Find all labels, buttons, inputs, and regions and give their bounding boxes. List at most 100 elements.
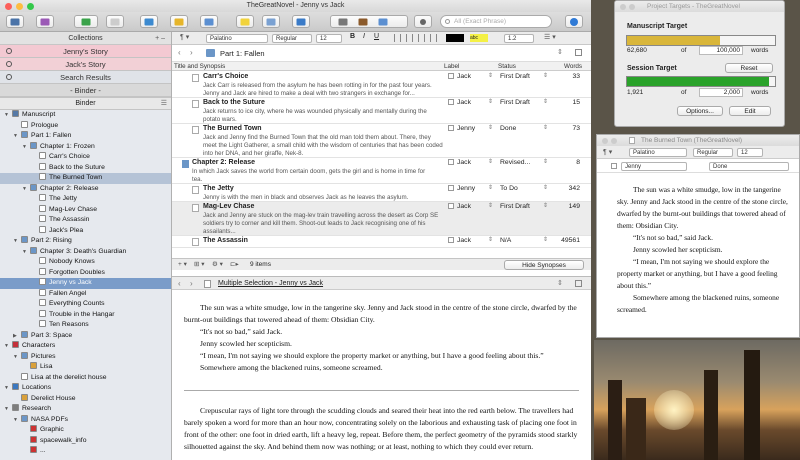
label-stepper-icon[interactable]: ⇕: [488, 236, 493, 243]
row-status[interactable]: To Do: [500, 185, 518, 192]
minimize-window-button[interactable]: [629, 4, 635, 10]
add-folder-icon[interactable]: ⊞ ▾: [194, 259, 205, 271]
binder-item[interactable]: The Burned Town: [0, 173, 171, 184]
inspector-edit-button[interactable]: [200, 15, 218, 28]
add-collection-icon[interactable]: + –: [155, 32, 165, 45]
binder-item[interactable]: The Assassin: [0, 215, 171, 226]
binder-menu-icon[interactable]: ☰: [161, 98, 167, 110]
row-status[interactable]: First Draft: [500, 99, 530, 106]
outliner-row[interactable]: Back to the Suture Jack returns to ice ci…: [172, 98, 591, 124]
back-arrow-icon[interactable]: ‹: [178, 277, 181, 291]
font-select[interactable]: Palatino: [206, 34, 268, 43]
disclosure-triangle-icon[interactable]: ▼: [22, 247, 30, 258]
session-total-field[interactable]: 2,000: [699, 88, 743, 97]
session-unit-select[interactable]: words: [751, 89, 768, 96]
disclosure-triangle-icon[interactable]: ▼: [4, 383, 12, 394]
compile-button[interactable]: [292, 15, 310, 28]
status-stepper-icon[interactable]: ⇕: [543, 236, 548, 243]
row-label[interactable]: Jack: [448, 73, 471, 80]
binder-item[interactable]: Derelict House: [0, 393, 171, 405]
binder-item[interactable]: ▼ Part 2: Rising: [0, 236, 171, 247]
status-select[interactable]: Done: [709, 162, 789, 171]
outliner-row[interactable]: Carr's Choice Jack Carr is released from …: [172, 72, 591, 98]
status-stepper-icon[interactable]: ⇕: [543, 158, 548, 165]
underline-button[interactable]: U: [374, 33, 379, 40]
collection-search-results[interactable]: Search Results: [0, 71, 171, 84]
binder-item[interactable]: ▼ Pictures: [0, 351, 171, 363]
label-stepper-icon[interactable]: ⇕: [488, 158, 493, 165]
outliner-row[interactable]: Mag-Lev Chase Jack and Jenny are stuck on…: [172, 202, 591, 236]
disclosure-triangle-icon[interactable]: ▼: [22, 184, 30, 195]
binder-item[interactable]: Mag-Lev Chase: [0, 204, 171, 216]
quick-ref-text[interactable]: The sun was a white smudge, low in the t…: [597, 184, 799, 316]
disclosure-triangle-icon[interactable]: ▼: [13, 236, 21, 247]
manuscript-unit-select[interactable]: words: [751, 47, 768, 54]
binder-item[interactable]: Forgotten Doubles: [0, 267, 171, 279]
binder-item[interactable]: ▼ Research: [0, 404, 171, 415]
text-color-well[interactable]: [446, 34, 464, 42]
collection-jennys-story[interactable]: Jenny's Story: [0, 45, 171, 58]
back-arrow-icon[interactable]: ‹: [178, 48, 181, 57]
binder-item[interactable]: ▼ Manuscript: [0, 110, 171, 121]
binder-item[interactable]: Jenny vs Jack: [0, 278, 171, 289]
column-status[interactable]: Status: [498, 62, 516, 71]
forward-arrow-icon[interactable]: ›: [190, 277, 193, 291]
label-select[interactable]: Jenny: [621, 162, 687, 171]
binder-item[interactable]: ▼ Chapter 3: Death's Guardian: [0, 246, 171, 258]
split-arrows-icon[interactable]: ⇕: [557, 277, 563, 291]
style-select[interactable]: Regular: [272, 34, 312, 43]
list-menu-icon[interactable]: ☰ ▾: [544, 33, 556, 41]
disclosure-triangle-icon[interactable]: ▼: [4, 404, 12, 415]
editor-title[interactable]: Multiple Selection - Jenny vs Jack: [218, 277, 323, 291]
row-label[interactable]: Jack: [448, 99, 471, 106]
status-stepper-icon[interactable]: ⇕: [543, 98, 548, 105]
outliner-row[interactable]: Chapter 2: Release In which Jack saves th…: [172, 158, 591, 184]
disclosure-triangle-icon[interactable]: ▼: [4, 110, 12, 121]
row-status[interactable]: First Draft: [500, 203, 530, 210]
status-stepper-icon[interactable]: ⇕: [543, 184, 548, 191]
binder-item[interactable]: ...: [0, 446, 171, 457]
close-window-button[interactable]: [5, 3, 12, 10]
outliner-row[interactable]: The Burned Town Jack and Jenny find the B…: [172, 124, 591, 158]
add-button[interactable]: [74, 15, 98, 28]
snapshot-button[interactable]: [262, 15, 280, 28]
column-words[interactable]: Words: [564, 62, 582, 71]
editor-text[interactable]: The sun was a white smudge, low in the t…: [172, 290, 591, 460]
binder-item[interactable]: ▼ Locations: [0, 383, 171, 394]
trash-button[interactable]: [106, 15, 124, 28]
disclosure-triangle-icon[interactable]: ▼: [13, 131, 21, 142]
zoom-window-button[interactable]: [27, 3, 34, 10]
binder-item[interactable]: ▼ Chapter 2: Release: [0, 183, 171, 195]
italic-button[interactable]: I: [363, 33, 365, 40]
column-label[interactable]: Label: [444, 62, 459, 71]
close-window-button[interactable]: [620, 4, 626, 10]
style-select[interactable]: Regular: [693, 148, 733, 157]
row-label[interactable]: Jack: [448, 159, 471, 166]
outliner-row[interactable]: The Jetty Jenny is with the men in black …: [172, 184, 591, 202]
binder-item[interactable]: Prologue: [0, 120, 171, 132]
label-stepper-icon[interactable]: ⇕: [488, 98, 493, 105]
split-editor-icon[interactable]: [575, 280, 582, 287]
binder-item[interactable]: ▼ Chapter 1: Frozen: [0, 141, 171, 153]
split-arrows-icon[interactable]: ⇕: [557, 48, 563, 56]
row-label[interactable]: Jenny: [448, 125, 475, 132]
binder-item[interactable]: Everything Counts: [0, 299, 171, 310]
outliner-row[interactable]: The Assassin Jack ⇕ N/A ⇕ 49561: [172, 236, 591, 248]
binder-item[interactable]: The Jetty: [0, 194, 171, 205]
quick-search-button[interactable]: [414, 15, 432, 28]
hide-synopses-button[interactable]: Hide Synopses: [504, 260, 584, 270]
minimize-window-button[interactable]: [16, 3, 23, 10]
edit-button[interactable]: Edit: [729, 106, 771, 116]
label-stepper-icon[interactable]: ⇕: [488, 124, 493, 131]
binder-item[interactable]: ▼ NASA PDFs: [0, 414, 171, 426]
binder-item[interactable]: Nobody Knows: [0, 257, 171, 268]
search-input[interactable]: All (Exact Phrase): [440, 15, 552, 28]
inspector-button[interactable]: [565, 15, 583, 28]
close-window-button[interactable]: [602, 138, 608, 144]
paragraph-style-icon[interactable]: ¶ ▾: [603, 148, 612, 156]
status-stepper-icon[interactable]: ⇕: [543, 72, 548, 79]
row-status[interactable]: Revised...: [500, 159, 530, 166]
binder-item[interactable]: Carr's Choice: [0, 152, 171, 163]
size-select[interactable]: 12: [737, 148, 763, 157]
alignment-buttons[interactable]: [394, 34, 438, 42]
